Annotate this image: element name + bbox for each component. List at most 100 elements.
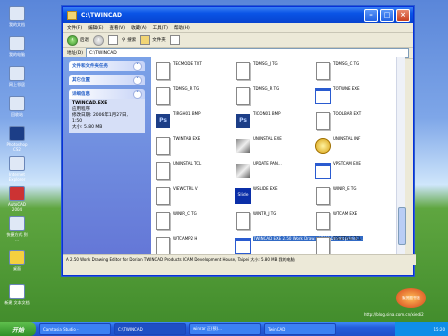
desktop-icon-recycle-bin[interactable]: 回收站 (4, 96, 30, 117)
taskbar-item-label: winrar 正(预)... (193, 326, 222, 331)
exe-file-icon (235, 238, 251, 254)
file-item[interactable]: TWINTAB EXE (155, 136, 233, 158)
file-item[interactable]: VIEWCTRL V (155, 186, 233, 208)
file-item[interactable]: TDMSG_R TG (235, 86, 313, 108)
desktop-icon-text-doc[interactable]: 新建 文本文档 (4, 284, 30, 305)
file-item[interactable]: WINTR_J TG (235, 211, 313, 233)
file-item[interactable]: TDMSG_R TG (155, 86, 233, 108)
back-button[interactable]: ‹ 后退 (67, 34, 89, 46)
details-header[interactable]: 详细信息 ˄ (69, 89, 145, 99)
doc-file-icon (236, 62, 250, 80)
views-icon[interactable] (169, 35, 180, 45)
file-name: TDMSG_C TG (333, 61, 360, 66)
file-item[interactable]: VPSTCAM EXE (315, 161, 393, 183)
desktop-icon-shortcut[interactable]: 快捷方式 到 ... (4, 216, 30, 242)
file-name: WTCAM EXE (333, 211, 358, 216)
desktop-icon-network[interactable]: 网上邻居 (4, 66, 30, 87)
doc-file-icon (156, 162, 170, 180)
file-icon (315, 86, 331, 106)
file-item[interactable]: UNINSTAL INF (315, 136, 393, 158)
doc-file-icon (316, 112, 330, 130)
file-name: WSLIDE EXE (253, 186, 278, 191)
file-name: TECMODE TXT (173, 61, 202, 66)
ps-file-icon: Ps (156, 114, 170, 128)
other-places-header[interactable]: 其它位置 ˅ (69, 75, 145, 85)
back-arrow-icon: ‹ (67, 34, 78, 46)
file-name: TDMSG_J TG (253, 61, 278, 66)
chevron-down-icon[interactable]: ˅ (133, 61, 142, 71)
panel-title: 详细信息 (72, 92, 90, 97)
menu-file[interactable]: 文件(F) (67, 25, 82, 31)
taskbar-item[interactable]: Camtasia Studio - (39, 323, 111, 335)
chevron-down-icon[interactable]: ˅ (133, 75, 142, 85)
file-tasks-header[interactable]: 文件和文件夹任务 ˅ (69, 61, 145, 71)
vertical-scrollbar[interactable] (396, 57, 406, 265)
desktop-icon-ie[interactable]: Internet Explorer (4, 156, 30, 182)
taskbar-item[interactable]: TwinCAD (264, 323, 336, 335)
start-button[interactable]: 开始 (0, 322, 36, 336)
file-item[interactable]: UNINSTAL TCL (155, 161, 233, 183)
file-item[interactable]: WINIR_E TG (315, 186, 393, 208)
file-item[interactable]: TDMSG_J TG (235, 61, 313, 83)
chevron-up-icon[interactable]: ˄ (133, 89, 142, 99)
file-item[interactable]: TECMODE TXT (155, 61, 233, 83)
file-name: VPSTCAM EXE (333, 161, 361, 166)
status-text: A 2.50 Work Drawing Editor for Dorian TW… (66, 257, 295, 262)
close-button[interactable]: × (396, 8, 410, 22)
desktop-icon-label: Internet Explorer (8, 172, 26, 182)
content-area: 文件和文件夹任务 ˅ 其它位置 ˅ 详细信息 ˄ TWINCAD.EXE 应用程序 修… (63, 57, 416, 265)
minimize-button[interactable]: – (364, 8, 378, 22)
folder-icon (9, 6, 25, 21)
doc-file-icon (156, 62, 170, 80)
folders-icon (140, 35, 151, 45)
menu-view[interactable]: 查看(V) (109, 25, 125, 31)
file-icon (315, 186, 331, 206)
doc-file-icon (156, 212, 170, 230)
desktop-icon-autocad[interactable]: AutoCAD 2004 (4, 186, 30, 212)
desktop-icon-my-computer[interactable]: 我的电脑 (4, 36, 30, 57)
file-icon (315, 136, 331, 156)
watermark-url: http://blog.sina.com.cn/xiedi2 (364, 312, 424, 317)
desktop-icon-photoshop[interactable]: Photoshop CS2 (4, 126, 30, 152)
recycle-bin-icon (9, 96, 25, 111)
desktop-icon-label: 我的电脑 (9, 52, 25, 57)
taskbar-item[interactable]: C:\TWINCAD (114, 323, 186, 335)
file-item[interactable]: TDMSG_C TG (315, 61, 393, 83)
file-item[interactable]: TOTWNE EXE (315, 86, 393, 108)
title-bar[interactable]: C:\TWINCAD – □ × (63, 7, 413, 23)
file-icon (155, 86, 171, 106)
file-icon (155, 186, 171, 206)
file-item[interactable]: UNINSTAL EXE (235, 136, 313, 158)
file-name: UNINSTAL EXE (253, 136, 282, 141)
menu-tools[interactable]: 工具(T) (153, 25, 168, 31)
desktop-icon-desktop[interactable]: 桌面 (4, 250, 30, 271)
file-name: UNINSTAL TCL (173, 161, 202, 166)
menu-help[interactable]: 帮助(H) (174, 25, 190, 31)
menu-edit[interactable]: 编辑(E) (88, 25, 103, 31)
file-item[interactable]: UPDATE PAN... (235, 161, 313, 183)
file-item[interactable]: Ps TICON01 BMP (235, 111, 313, 133)
forward-button[interactable]: › (93, 34, 104, 46)
file-item[interactable]: Ps TIRGH01 BMP (155, 111, 233, 133)
folders-button[interactable]: 文件夹 (140, 35, 166, 45)
exe-file-icon (315, 163, 331, 179)
search-button[interactable]: ⚲ 搜索 (122, 37, 137, 44)
file-icon (235, 86, 251, 106)
search-label: 搜索 (127, 38, 137, 43)
file-icon (235, 211, 251, 231)
taskbar: 开始 Camtasia Studio - C:\TWINCAD winrar 正… (0, 322, 448, 336)
file-icon (155, 161, 171, 181)
doc-file-icon (156, 187, 170, 205)
file-item[interactable]: WTCAM EXE (315, 211, 393, 233)
maximize-button[interactable]: □ (380, 8, 394, 22)
taskbar-item[interactable]: winrar 正(预)... (189, 323, 261, 335)
menu-favorites[interactable]: 收藏(A) (131, 25, 147, 31)
file-item[interactable]: WINIR_C TG (155, 211, 233, 233)
up-folder-icon[interactable] (108, 35, 118, 45)
file-item[interactable]: TOOLBAR EXT (315, 111, 393, 133)
desktop-icon-my-documents[interactable]: 我的文档 (4, 6, 30, 27)
file-item[interactable]: Slide WSLIDE EXE (235, 186, 313, 208)
taskbar-item-label: C:\TWINCAD (118, 326, 143, 332)
scroll-thumb[interactable] (398, 207, 406, 245)
file-name: TICON01 BMP (253, 111, 281, 116)
